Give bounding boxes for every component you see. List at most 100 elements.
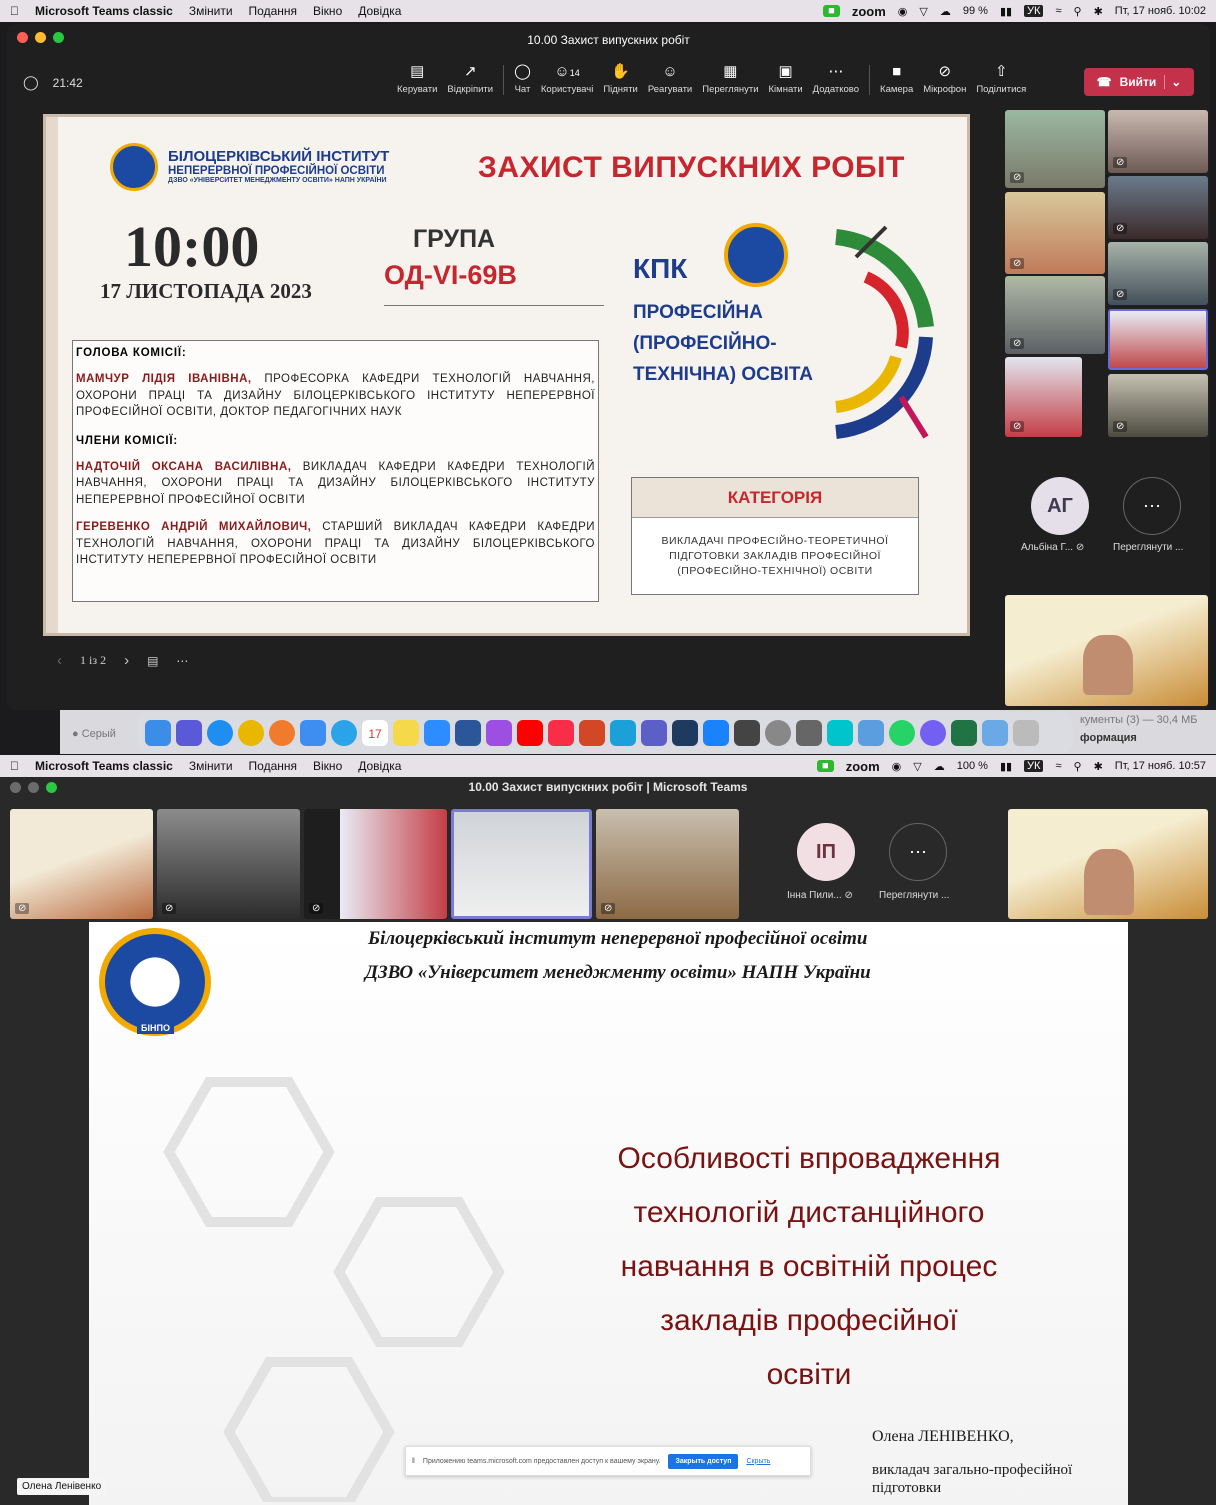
participant-tile[interactable]: ⊘ xyxy=(1005,276,1105,354)
presenter-video-tile[interactable] xyxy=(1008,809,1208,919)
settings-icon[interactable] xyxy=(765,720,791,746)
datetime[interactable]: Пт, 17 нояб. 10:02 xyxy=(1115,5,1206,17)
search-icon[interactable]: ⚲ xyxy=(1074,760,1082,773)
vpn-icon[interactable]: ▽ xyxy=(919,5,927,18)
avatar[interactable]: АГ xyxy=(1031,477,1089,535)
next-slide-icon[interactable]: › xyxy=(124,652,129,669)
app-store-icon[interactable] xyxy=(703,720,729,746)
participant-tile-speaking[interactable] xyxy=(451,809,592,919)
participant-tile[interactable]: ⊘ xyxy=(304,809,447,919)
search-icon[interactable]: ⚲ xyxy=(1074,5,1082,18)
more-participants-button[interactable]: ⋯ xyxy=(1123,477,1181,535)
battery-label[interactable]: 100 % xyxy=(957,760,988,772)
slide-grid-icon[interactable]: ▤ xyxy=(147,654,158,668)
pager-more-icon[interactable]: ⋯ xyxy=(176,654,188,668)
word-icon[interactable] xyxy=(455,720,481,746)
music-icon[interactable] xyxy=(548,720,574,746)
participant-tile[interactable]: ⊘ xyxy=(1005,192,1105,274)
raise-hand-button[interactable]: ✋ Підняти xyxy=(603,64,638,96)
react-button[interactable]: ☺ Реагувати xyxy=(648,64,692,96)
teams-icon[interactable]: ◉ xyxy=(898,5,908,18)
zoom-menubar-label[interactable]: zoom xyxy=(852,4,886,19)
avatar[interactable]: ІП xyxy=(797,823,855,881)
calendar-icon[interactable]: 17 xyxy=(362,720,388,746)
mic-button[interactable]: ⊘ Мікрофон xyxy=(923,64,966,96)
menu-item-window[interactable]: Вікно xyxy=(313,4,342,18)
downloads-folder-icon[interactable] xyxy=(982,720,1008,746)
calculator-icon[interactable] xyxy=(734,720,760,746)
mail-icon[interactable] xyxy=(300,720,326,746)
camera-status-icon[interactable]: ■ xyxy=(817,760,834,772)
battery-label[interactable]: 99 % xyxy=(963,5,988,17)
menu-item-help[interactable]: Довідка xyxy=(358,759,401,773)
cloud-icon[interactable]: ☁ xyxy=(940,5,951,18)
participant-tile[interactable]: ⊘ xyxy=(1108,374,1208,437)
participant-tile[interactable]: ⊘ xyxy=(10,809,153,919)
finder-icon[interactable] xyxy=(145,720,171,746)
notes-icon[interactable] xyxy=(393,720,419,746)
telegram-icon[interactable] xyxy=(331,720,357,746)
menu-item-view[interactable]: Подання xyxy=(249,4,297,18)
whatsapp-icon[interactable] xyxy=(889,720,915,746)
view-button[interactable]: ▦ Переглянути xyxy=(702,64,758,96)
canva-icon[interactable] xyxy=(827,720,853,746)
vpn-dock-icon[interactable] xyxy=(672,720,698,746)
prev-slide-icon[interactable]: ‹ xyxy=(57,652,62,669)
participant-tile[interactable]: ⊘ xyxy=(1108,110,1208,173)
hide-notice-link[interactable]: Скрыть xyxy=(746,1458,770,1465)
presenter-video-tile[interactable] xyxy=(1005,595,1208,706)
youtube-icon[interactable] xyxy=(517,720,543,746)
leave-button[interactable]: ☎ Вийти ⌄ xyxy=(1084,68,1194,96)
trash-icon[interactable] xyxy=(1013,720,1039,746)
manage-button[interactable]: ▤ Керувати xyxy=(397,64,437,96)
cloud-icon[interactable]: ☁ xyxy=(934,760,945,773)
stop-sharing-button[interactable]: Закрыть доступ xyxy=(668,1453,739,1469)
wifi-icon[interactable]: ≈ xyxy=(1055,5,1061,17)
zoom-menubar-label[interactable]: zoom xyxy=(846,759,880,774)
printer-icon[interactable] xyxy=(796,720,822,746)
participant-tile[interactable]: ⊘ xyxy=(596,809,739,919)
apple-icon[interactable]:  xyxy=(10,4,19,18)
camera-button[interactable]: ■ Камера xyxy=(880,64,913,96)
bluetooth-icon[interactable]: ✱ xyxy=(1094,760,1103,773)
chat-button[interactable]: ◯ Чат xyxy=(514,64,531,96)
participant-tile[interactable]: ⊘ xyxy=(1108,242,1208,305)
preview-icon[interactable] xyxy=(858,720,884,746)
menu-item-edit[interactable]: Змінити xyxy=(189,4,233,18)
powerpoint-icon[interactable] xyxy=(579,720,605,746)
participant-tile[interactable]: ⊘ xyxy=(1108,176,1208,239)
participant-tile[interactable]: ⊘ xyxy=(1005,357,1082,437)
apple-icon[interactable]:  xyxy=(10,759,19,773)
share-button[interactable]: ⇧ Поділитися xyxy=(976,64,1026,96)
rooms-button[interactable]: ▣ Кімнати xyxy=(769,64,803,96)
excel-icon[interactable] xyxy=(951,720,977,746)
unpin-button[interactable]: ↗ Відкріпити xyxy=(447,64,493,96)
vpn-icon[interactable]: ▽ xyxy=(913,760,921,773)
menu-item-help[interactable]: Довідка xyxy=(358,4,401,18)
launchpad-icon[interactable] xyxy=(176,720,202,746)
participant-tile[interactable]: ⊘ xyxy=(157,809,300,919)
app-icon[interactable] xyxy=(610,720,636,746)
more-actions-button[interactable]: ⋯ Додатково xyxy=(813,64,859,96)
teams-dock-icon[interactable] xyxy=(641,720,667,746)
chevron-down-icon[interactable]: ⌄ xyxy=(1164,75,1181,89)
menubar-app-name[interactable]: Microsoft Teams classic xyxy=(35,759,173,773)
bluetooth-icon[interactable]: ✱ xyxy=(1094,5,1103,18)
input-language[interactable]: УК xyxy=(1024,5,1044,17)
participant-tile-active[interactable] xyxy=(1108,309,1208,370)
menu-item-edit[interactable]: Змінити xyxy=(189,759,233,773)
teams-icon[interactable]: ◉ xyxy=(892,760,902,773)
datetime[interactable]: Пт, 17 нояб. 10:57 xyxy=(1115,760,1206,772)
participant-tile[interactable]: ⊘ xyxy=(1005,110,1105,188)
wifi-icon[interactable]: ≈ xyxy=(1055,760,1061,772)
camera-status-icon[interactable]: ■ xyxy=(823,5,840,17)
chrome-icon[interactable] xyxy=(238,720,264,746)
menu-item-window[interactable]: Вікно xyxy=(313,759,342,773)
more-participants-button[interactable]: ⋯ xyxy=(889,823,947,881)
menubar-app-name[interactable]: Microsoft Teams classic xyxy=(35,4,173,18)
zoom-icon[interactable] xyxy=(424,720,450,746)
copilot-icon[interactable] xyxy=(486,720,512,746)
menu-item-view[interactable]: Подання xyxy=(249,759,297,773)
photos-icon[interactable] xyxy=(269,720,295,746)
input-language[interactable]: УК xyxy=(1024,760,1044,772)
